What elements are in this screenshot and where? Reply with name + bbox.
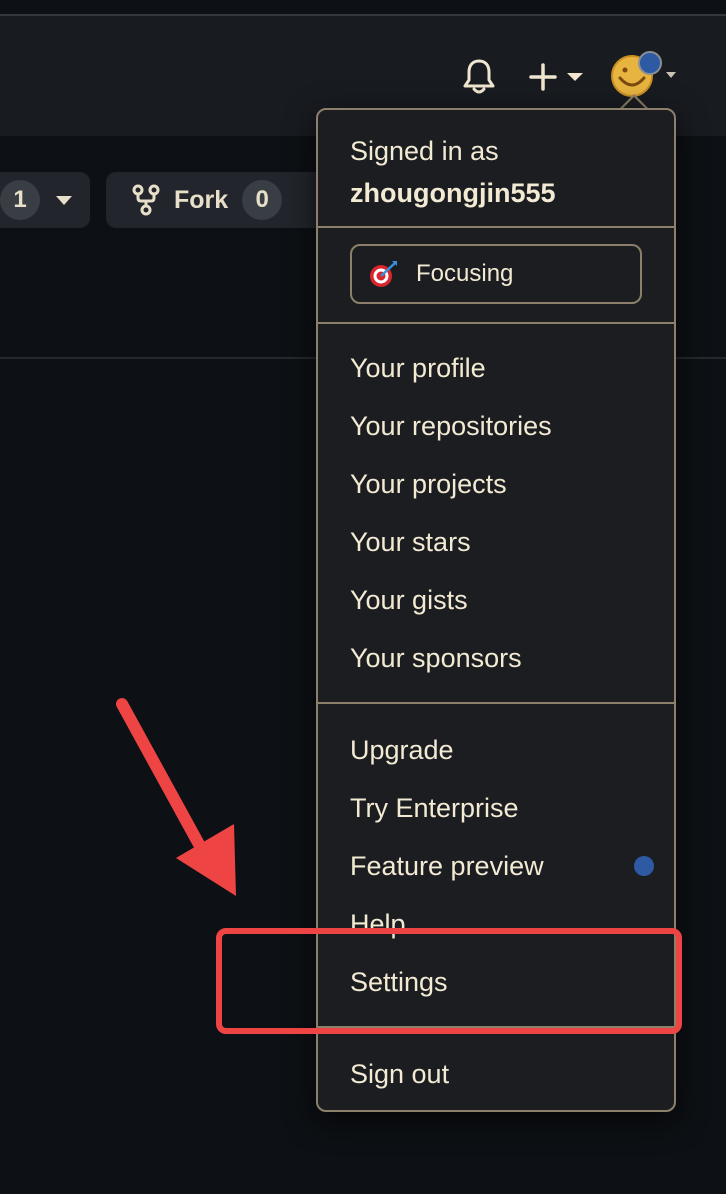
watch-count: 1 bbox=[0, 180, 40, 220]
fork-button[interactable]: Fork 0 bbox=[106, 172, 326, 228]
menu-item-your-profile[interactable]: Your profile bbox=[350, 350, 486, 386]
menu-divider bbox=[318, 702, 674, 704]
target-icon bbox=[370, 261, 397, 287]
fork-icon bbox=[132, 184, 160, 216]
menu-item-your-repositories[interactable]: Your repositories bbox=[350, 408, 552, 444]
signed-in-label: Signed in as bbox=[350, 136, 499, 166]
username: zhougongjin555 bbox=[350, 178, 556, 208]
status-label: Focusing bbox=[416, 260, 514, 287]
menu-item-feature-preview[interactable]: Feature preview bbox=[350, 848, 544, 884]
watch-button[interactable]: 1 bbox=[0, 172, 90, 228]
create-new-button[interactable] bbox=[526, 58, 586, 96]
menu-divider bbox=[318, 322, 674, 324]
menu-item-try-enterprise[interactable]: Try Enterprise bbox=[350, 790, 519, 826]
fork-label: Fork bbox=[174, 185, 229, 214]
menu-item-your-stars[interactable]: Your stars bbox=[350, 524, 471, 560]
menu-item-your-projects[interactable]: Your projects bbox=[350, 466, 507, 502]
settings-highlight-box bbox=[216, 928, 682, 1034]
menu-divider bbox=[318, 226, 674, 228]
bell-icon bbox=[463, 59, 495, 94]
fork-count: 0 bbox=[242, 180, 283, 220]
menu-item-your-sponsors[interactable]: Your sponsors bbox=[350, 640, 522, 676]
menu-item-upgrade[interactable]: Upgrade bbox=[350, 732, 454, 768]
chevron-down-icon bbox=[567, 73, 583, 81]
pointer-arrow-annotation bbox=[116, 698, 236, 896]
menu-item-sign-out[interactable]: Sign out bbox=[350, 1056, 449, 1092]
menu-item-your-gists[interactable]: Your gists bbox=[350, 582, 468, 618]
notifications-button[interactable] bbox=[458, 56, 500, 98]
set-status-button[interactable]: Focusing bbox=[350, 244, 642, 304]
feature-preview-indicator bbox=[634, 856, 654, 876]
plus-icon bbox=[529, 63, 557, 91]
signed-in-info: Signed in as zhougongjin555 bbox=[350, 130, 556, 214]
chevron-down-icon bbox=[56, 195, 72, 205]
